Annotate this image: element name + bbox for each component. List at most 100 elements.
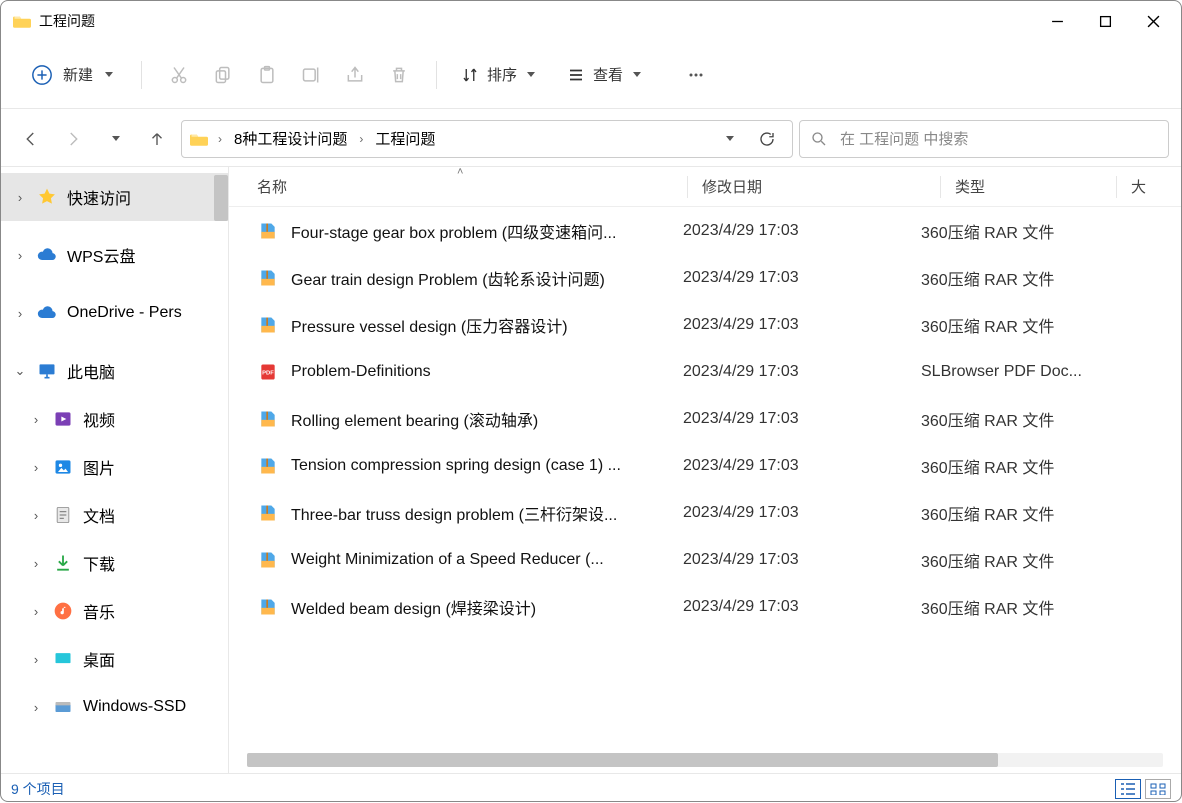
- search-input[interactable]: 在 工程问题 中搜索: [799, 120, 1169, 158]
- file-name: Gear train design Problem (齿轮系设计问题): [291, 266, 683, 290]
- horizontal-scrollbar[interactable]: [247, 753, 1163, 767]
- column-type[interactable]: 类型: [955, 176, 1116, 197]
- address-dropdown-button[interactable]: [712, 122, 746, 156]
- file-date: 2023/4/29 17:03: [683, 598, 921, 616]
- folder-icon: [13, 14, 31, 28]
- plus-icon: [31, 64, 53, 86]
- forward-button[interactable]: [55, 121, 91, 157]
- chevron-right-icon: ›: [29, 460, 43, 475]
- file-row[interactable]: Welded beam design (焊接梁设计)2023/4/29 17:0…: [229, 583, 1181, 630]
- sidebar-item-视频[interactable]: › 视频: [1, 395, 228, 443]
- archive-icon: [257, 220, 279, 242]
- new-button[interactable]: 新建: [19, 58, 125, 92]
- view-icon: [567, 66, 585, 84]
- chevron-down-icon: [726, 136, 734, 141]
- delete-button[interactable]: [378, 54, 420, 96]
- refresh-button[interactable]: [750, 122, 784, 156]
- folder-type-icon: [53, 505, 73, 525]
- recent-button[interactable]: [97, 121, 133, 157]
- file-row[interactable]: Problem-Definitions2023/4/29 17:03SLBrow…: [229, 348, 1181, 395]
- view-icons-button[interactable]: [1145, 779, 1171, 799]
- up-button[interactable]: [139, 121, 175, 157]
- sidebar-item-下载[interactable]: ›下载: [1, 539, 228, 587]
- chevron-right-icon: ›: [29, 604, 43, 619]
- file-row[interactable]: Rolling element bearing (滚动轴承)2023/4/29 …: [229, 395, 1181, 442]
- chevron-right-icon: ›: [29, 652, 43, 667]
- file-name: Weight Minimization of a Speed Reducer (…: [291, 551, 683, 569]
- file-name: Rolling element bearing (滚动轴承): [291, 407, 683, 431]
- star-icon: [37, 187, 57, 207]
- sidebar-item-图片[interactable]: ›图片: [1, 443, 228, 491]
- maximize-button[interactable]: [1081, 3, 1129, 39]
- separator: [436, 61, 437, 89]
- file-row[interactable]: Weight Minimization of a Speed Reducer (…: [229, 536, 1181, 583]
- column-name[interactable]: 名称 ˄: [257, 176, 687, 197]
- cloud-icon: [37, 245, 57, 265]
- sidebar-item-Windows-SSD[interactable]: ›Windows-SSD: [1, 683, 228, 731]
- file-type: 360压缩 RAR 文件: [921, 454, 1181, 478]
- chevron-down-icon: [633, 72, 641, 77]
- file-name: Three-bar truss design problem (三杆衍架设...: [291, 501, 683, 525]
- paste-button[interactable]: [246, 54, 288, 96]
- sidebar-label: 桌面: [83, 647, 115, 671]
- file-row[interactable]: Gear train design Problem (齿轮系设计问题)2023/…: [229, 254, 1181, 301]
- column-date[interactable]: 修改日期: [702, 176, 940, 197]
- status-text: 9 个项目: [11, 779, 65, 799]
- minimize-button[interactable]: [1033, 3, 1081, 39]
- scrollbar-thumb[interactable]: [214, 175, 228, 221]
- share-button[interactable]: [334, 54, 376, 96]
- sidebar-item-this-pc[interactable]: ⌄ 此电脑: [1, 347, 228, 395]
- file-type: 360压缩 RAR 文件: [921, 501, 1181, 525]
- archive-icon: [257, 314, 279, 336]
- file-row[interactable]: Tension compression spring design (case …: [229, 442, 1181, 489]
- chevron-down-icon: [105, 72, 113, 77]
- address-bar[interactable]: › 8种工程设计问题 › 工程问题: [181, 120, 793, 158]
- close-button[interactable]: [1129, 3, 1177, 39]
- sort-indicator-icon: ˄: [457, 167, 463, 178]
- file-row[interactable]: Three-bar truss design problem (三杆衍架设...…: [229, 489, 1181, 536]
- file-type: 360压缩 RAR 文件: [921, 313, 1181, 337]
- file-row[interactable]: Pressure vessel design (压力容器设计)2023/4/29…: [229, 301, 1181, 348]
- pdf-icon: [257, 361, 279, 383]
- sidebar-label: 视频: [83, 407, 115, 431]
- folder-type-icon: [53, 697, 73, 717]
- cut-button[interactable]: [158, 54, 200, 96]
- file-type: 360压缩 RAR 文件: [921, 548, 1181, 572]
- file-name: Four-stage gear box problem (四级变速箱问...: [291, 219, 683, 243]
- sidebar-item-onedrive[interactable]: › OneDrive - Pers: [1, 289, 228, 337]
- sidebar-item-wps[interactable]: › WPS云盘: [1, 231, 228, 279]
- file-date: 2023/4/29 17:03: [683, 457, 921, 475]
- breadcrumb-item[interactable]: 工程问题: [369, 124, 441, 153]
- folder-type-icon: [53, 553, 73, 573]
- file-row[interactable]: Four-stage gear box problem (四级变速箱问...20…: [229, 207, 1181, 254]
- file-date: 2023/4/29 17:03: [683, 363, 921, 381]
- archive-icon: [257, 549, 279, 571]
- new-label: 新建: [63, 64, 93, 85]
- chevron-right-icon: ›: [13, 248, 27, 263]
- folder-type-icon: [53, 409, 73, 429]
- sidebar-item-文档[interactable]: ›文档: [1, 491, 228, 539]
- sidebar-item-音乐[interactable]: ›音乐: [1, 587, 228, 635]
- copy-button[interactable]: [202, 54, 244, 96]
- breadcrumb-item[interactable]: 8种工程设计问题: [228, 124, 353, 153]
- column-size[interactable]: 大: [1131, 176, 1181, 197]
- file-date: 2023/4/29 17:03: [683, 316, 921, 334]
- chevron-right-icon: ›: [29, 556, 43, 571]
- back-button[interactable]: [13, 121, 49, 157]
- chevron-right-icon: ›: [29, 412, 43, 427]
- sidebar-item-quick-access[interactable]: › 快速访问: [1, 173, 228, 221]
- sort-button[interactable]: 排序: [453, 58, 543, 91]
- sort-label: 排序: [487, 64, 517, 85]
- scrollbar-thumb[interactable]: [247, 753, 998, 767]
- cloud-icon: [37, 303, 57, 323]
- view-details-button[interactable]: [1115, 779, 1141, 799]
- status-bar: 9 个项目: [1, 773, 1181, 803]
- file-date: 2023/4/29 17:03: [683, 222, 921, 240]
- view-button[interactable]: 查看: [559, 58, 649, 91]
- more-button[interactable]: [675, 54, 717, 96]
- sidebar-label: 快速访问: [67, 185, 131, 209]
- file-name: Tension compression spring design (case …: [291, 457, 683, 475]
- rename-button[interactable]: [290, 54, 332, 96]
- sidebar-item-桌面[interactable]: › 桌面: [1, 635, 228, 683]
- folder-icon: [190, 132, 208, 146]
